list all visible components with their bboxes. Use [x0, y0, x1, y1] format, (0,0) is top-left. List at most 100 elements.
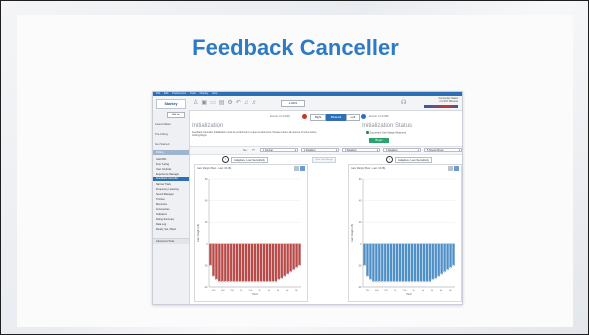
right-ear-button[interactable]: Right	[310, 114, 326, 121]
menu-display[interactable]: Display	[200, 92, 209, 95]
memory-slot-2[interactable]: 2 Disabled ▾	[301, 148, 339, 152]
left-ear-icon[interactable]	[361, 114, 366, 119]
y-tick-label: 0	[360, 243, 362, 246]
sidebar-item-gainspl[interactable]: Gain/SPL	[156, 158, 167, 161]
right-ear-icon[interactable]	[302, 114, 307, 119]
ear-selector: Exotic AI 2400i Right Binaural Left Exot…	[230, 113, 430, 121]
sidebar-item-sound[interactable]: Sound Manager	[156, 193, 174, 196]
x-tick-label: 6k	[286, 290, 289, 292]
link-icon[interactable]: ⚯	[252, 148, 255, 152]
add-button[interactable]: Add Ion	[167, 112, 185, 118]
slide-title: Feedback Canceller	[192, 35, 399, 60]
settings-icon[interactable]: ⚙	[227, 100, 235, 106]
chart-bar	[375, 243, 378, 282]
left-ear-button[interactable]: Left	[346, 114, 360, 121]
y-tick-label: 60	[205, 178, 208, 181]
chart-bar	[250, 243, 254, 282]
x-tick-label: 4k	[277, 290, 280, 292]
sidebar-section-getstarted[interactable]: Get Started	[155, 142, 169, 146]
menu-tools[interactable]: Tools	[190, 92, 196, 95]
chart-point	[254, 280, 256, 283]
folder-icon[interactable]: ▭	[210, 100, 219, 106]
chart-point	[428, 280, 431, 283]
chart-bar	[295, 243, 298, 268]
sidebar-section-latest[interactable]: Latest Mkaw	[155, 122, 171, 126]
chart-point	[384, 280, 387, 283]
chart-bar	[401, 243, 405, 282]
x-tick-label: 3k	[422, 290, 425, 292]
sidebar-advanced-tools[interactable]: Advanced Tools	[153, 238, 189, 244]
memory-slot-3[interactable]: 3 Disabled ▾	[342, 148, 380, 152]
sidebar-item-feedback[interactable]: Feedback Canceller	[153, 177, 189, 181]
info-icon[interactable]: i	[222, 156, 229, 163]
chart-bar	[378, 243, 381, 282]
headset-icon[interactable]: ☊	[401, 99, 406, 106]
chart-bar	[274, 243, 277, 282]
info-icon[interactable]: i	[386, 156, 393, 163]
sidebar-item-usercontrols[interactable]: User Controls	[156, 168, 171, 171]
chart-bar	[221, 243, 224, 282]
chart-bar	[395, 243, 399, 282]
sidebar-item-experience[interactable]: Experience Manager	[156, 173, 179, 176]
menu-file[interactable]: File	[156, 92, 160, 95]
initialization-status: Successful Gain Margin Measured	[366, 131, 406, 135]
chart-point	[245, 280, 247, 283]
chart-point	[224, 280, 227, 283]
chart-bar	[398, 243, 402, 282]
memory-slot-2-label: 2 Disabled	[304, 149, 316, 152]
chart-point	[405, 280, 407, 283]
menu-help[interactable]: Help	[212, 92, 217, 95]
save-icon[interactable]: ▣	[201, 100, 210, 106]
sidebar-item-summary[interactable]: Fitting Summary	[156, 218, 174, 221]
sidebar-item-narrowtrack[interactable]: Narrow Track	[156, 183, 171, 186]
memory-slot-5[interactable]: 5 Stream Boost ▾	[424, 148, 462, 152]
sidebar-item-accessories[interactable]: Accessories	[156, 208, 169, 211]
chart-point	[218, 280, 221, 283]
sidebar-item-indicators[interactable]: Indicators	[156, 213, 167, 216]
x-tick-label: 500	[375, 290, 379, 292]
y-tick-label: -40	[358, 286, 362, 289]
chart-point	[283, 275, 286, 277]
sidebar-item-datalog[interactable]: Data Log	[156, 223, 166, 226]
sidebar-item-ready[interactable]: Ready, Set, Fitted	[156, 228, 176, 231]
connection-sub: 2.4 GHz Wireless	[439, 100, 458, 103]
sidebar: Add Ion Latest Mkaw Pre-Fitting Get Star…	[153, 110, 190, 304]
y-axis-label: Gain Margin (dB)	[197, 224, 200, 242]
memory-slot-1[interactable]: 1 Normal ▾	[260, 148, 298, 152]
begin-button[interactable]: Begin	[369, 138, 389, 143]
chart-bar	[410, 243, 414, 282]
y-tick-label: -40	[204, 286, 208, 289]
chart-point	[248, 280, 250, 283]
menu-edit[interactable]: Edit	[164, 92, 168, 95]
x-tick-label: 250	[212, 290, 216, 292]
clear-gain-margin-button[interactable]: Clear Gain Margin	[312, 157, 336, 163]
x-tick-label: 1.5k	[248, 290, 253, 292]
x-tick-label: 8k	[295, 290, 298, 292]
chart-bar	[289, 243, 292, 272]
music-icon[interactable]: ♬	[251, 100, 260, 106]
y-tick-label: -20	[204, 264, 208, 267]
program-field[interactable]: a 0001	[281, 100, 305, 107]
sidebar-item-memories[interactable]: Memories	[156, 203, 167, 206]
sidebar-item-finetuning[interactable]: Fine Tuning	[156, 163, 169, 166]
x-tick-label: 1k	[240, 290, 243, 292]
sidebar-section-prefitting[interactable]: Pre-Fitting	[155, 132, 168, 136]
app-window: File Edit Preferences Tools Display Help…	[152, 91, 463, 305]
chart-bar	[265, 243, 269, 282]
binaural-button[interactable]: Binaural	[326, 114, 346, 121]
sidebar-item-frequency[interactable]: Frequency Lowering	[156, 188, 179, 191]
chart-bar	[431, 243, 434, 280]
method-left-select[interactable]: Adaptive, Low Sensitivity	[395, 156, 432, 163]
sidebar-item-tinnitus[interactable]: Tinnitus	[156, 198, 165, 201]
chart-bar	[244, 243, 248, 282]
undo-icon[interactable]: ↶	[236, 100, 244, 106]
chart-point	[272, 280, 274, 283]
sidebar-header-fitting[interactable]: Fitting	[153, 150, 189, 155]
x-axis-label: Hertz	[406, 293, 413, 296]
menu-preferences[interactable]: Preferences	[172, 92, 186, 95]
method-right-select[interactable]: Adaptive, Low Sensitivity	[231, 156, 268, 163]
x-tick-label: 1.5k	[402, 290, 407, 292]
memory-slot-4[interactable]: 4 Disabled ▾	[383, 148, 421, 152]
chart-bar	[369, 243, 372, 280]
chart-point	[257, 280, 259, 283]
